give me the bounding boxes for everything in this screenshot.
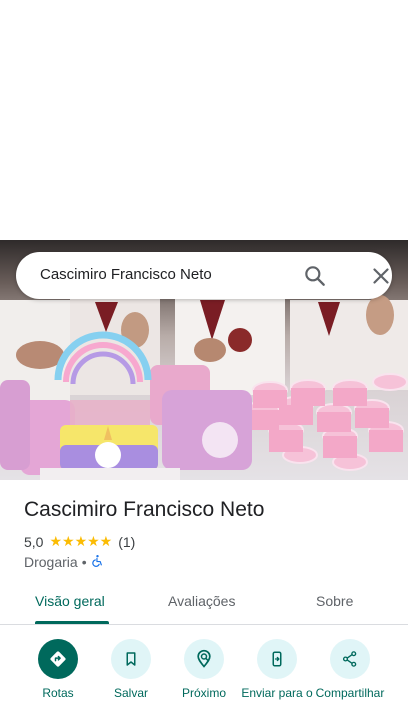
nearby-label: Próximo [181, 686, 226, 700]
star-rating: ★★★★★ [49, 533, 113, 549]
review-count[interactable]: (1) [118, 534, 135, 550]
save-label: Salvar [113, 686, 148, 700]
active-tab-indicator [35, 621, 109, 624]
tab-reviews[interactable]: Avaliações [168, 593, 235, 609]
search-bar[interactable]: Cascimiro Francisco Neto [16, 252, 392, 299]
close-icon[interactable] [368, 263, 394, 289]
tab-about[interactable]: Sobre [316, 593, 353, 609]
share-button[interactable]: Compartilhar [312, 639, 388, 700]
nearby-icon [184, 639, 224, 679]
separator-dot: • [81, 554, 87, 570]
search-icon[interactable] [302, 263, 328, 289]
directions-icon [38, 639, 78, 679]
action-buttons: Rotas Salvar Próximo Enviar para o Compa… [0, 636, 408, 720]
nearby-button[interactable]: Próximo [166, 639, 242, 700]
tab-overview[interactable]: Visão geral [35, 593, 105, 609]
share-icon [330, 639, 370, 679]
search-input[interactable]: Cascimiro Francisco Neto [40, 266, 212, 283]
send-to-phone-label: Enviar para o [241, 686, 313, 700]
directions-button[interactable]: Rotas [20, 639, 96, 700]
save-button[interactable]: Salvar [93, 639, 169, 700]
directions-label: Rotas [42, 686, 74, 700]
category-row: Drogaria • [24, 554, 104, 570]
rating-value: 5,0 [24, 533, 44, 550]
send-to-phone-button[interactable]: Enviar para o [239, 639, 315, 700]
map-blank-area [0, 0, 408, 240]
place-tabs: Visão geral Avaliações Sobre [0, 582, 408, 625]
bookmark-icon [111, 639, 151, 679]
share-label: Compartilhar [315, 686, 385, 700]
wheelchair-accessible-icon [91, 554, 104, 570]
rating-row[interactable]: 5,0 ★★★★★ (1) [24, 533, 135, 550]
place-title: Cascimiro Francisco Neto [24, 498, 265, 521]
send-to-phone-icon [257, 639, 297, 679]
place-category: Drogaria [24, 554, 78, 570]
